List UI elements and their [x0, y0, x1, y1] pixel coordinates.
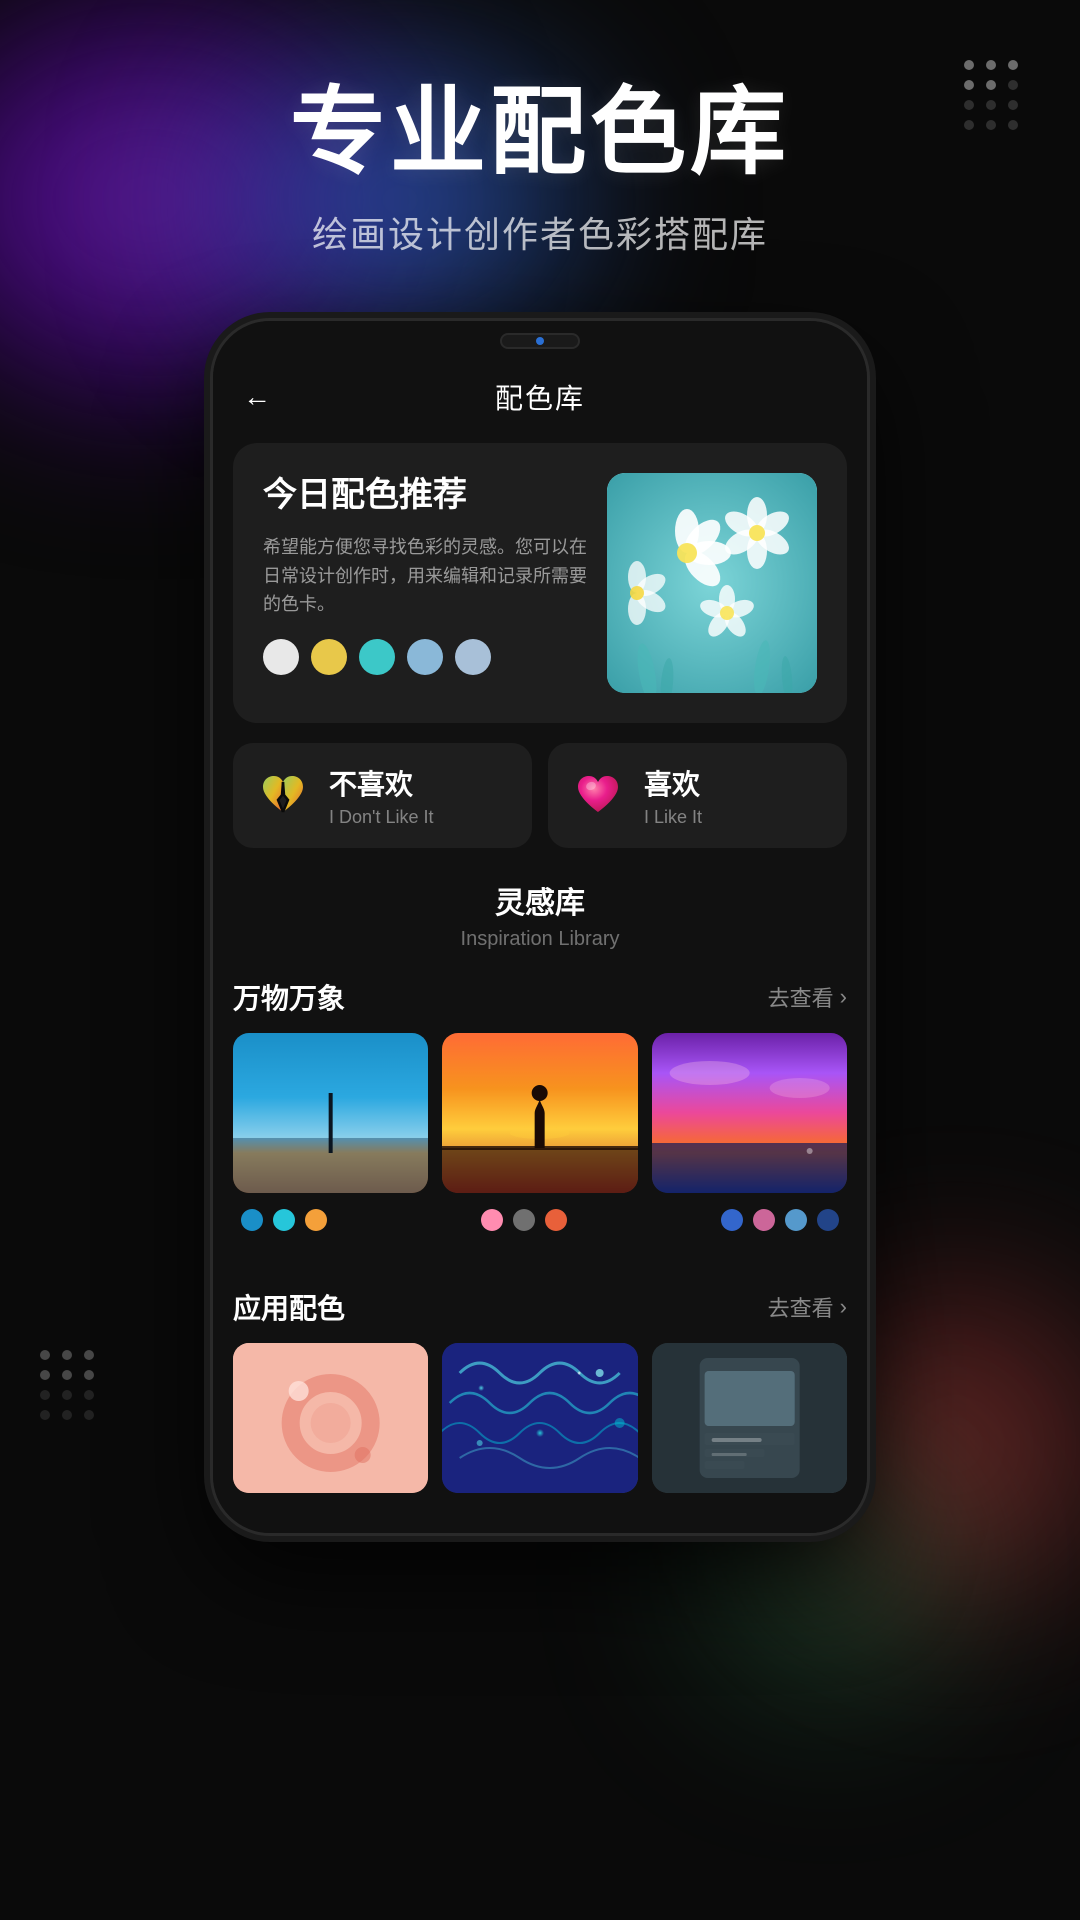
phone-wrapper: ← 配色库 今日配色推荐 希望能方便您寻找色彩的灵感。您可以在日常设计创作时，用… — [0, 318, 1080, 1536]
back-button[interactable]: ← — [243, 381, 271, 413]
category-appcolor-link-text: 去查看 — [768, 1291, 834, 1323]
category-wanwu: 万物万象 去查看 › — [213, 967, 867, 1267]
dot-ind-3 — [305, 1209, 327, 1231]
featured-text: 今日配色推荐 希望能方便您寻找色彩的灵感。您可以在日常设计创作时，用来编辑和记录… — [263, 473, 587, 676]
dislike-label-en: I Don't Like It — [329, 807, 433, 828]
dot-ind-9 — [785, 1209, 807, 1231]
category-appcolor: 应用配色 去查看 › — [213, 1277, 867, 1503]
phone-content: ← 配色库 今日配色推荐 希望能方便您寻找色彩的灵感。您可以在日常设计创作时，用… — [213, 361, 867, 1533]
like-button[interactable]: 喜欢 I Like It — [548, 743, 847, 848]
chevron-right-icon: › — [840, 984, 847, 1010]
featured-image-inner — [607, 473, 817, 693]
like-icon — [568, 765, 628, 825]
phone-camera — [500, 333, 580, 349]
inspiration-title-cn: 灵感库 — [233, 878, 847, 922]
swatch-3[interactable] — [359, 639, 395, 675]
swatch-5[interactable] — [455, 639, 491, 675]
dislike-text: 不喜欢 I Don't Like It — [329, 763, 433, 828]
phone-frame: ← 配色库 今日配色推荐 希望能方便您寻找色彩的灵感。您可以在日常设计创作时，用… — [210, 318, 870, 1536]
dot-ind-5 — [513, 1209, 535, 1231]
category-wanwu-link-text: 去查看 — [768, 981, 834, 1013]
reaction-row: 不喜欢 I Don't Like It — [233, 743, 847, 848]
nav-bar: ← 配色库 — [213, 361, 867, 433]
dot-ind-8 — [753, 1209, 775, 1231]
inspiration-title-en: Inspiration Library — [233, 928, 847, 951]
category-appcolor-link[interactable]: 去查看 › — [768, 1291, 847, 1323]
category-wanwu-header: 万物万象 去查看 › — [233, 977, 847, 1017]
wanwu-image-grid — [233, 1033, 847, 1193]
inspiration-section-header: 灵感库 Inspiration Library — [213, 868, 867, 967]
wanwu-dots-2 — [477, 1209, 571, 1231]
swatch-1[interactable] — [263, 639, 299, 675]
wanwu-dots-3 — [717, 1209, 843, 1231]
app-color-grid — [233, 1343, 847, 1493]
featured-card-title: 今日配色推荐 — [263, 473, 587, 517]
category-wanwu-name: 万物万象 — [233, 977, 345, 1017]
category-appcolor-header: 应用配色 去查看 › — [233, 1287, 847, 1327]
dot-ind-1 — [241, 1209, 263, 1231]
dot-ind-6 — [545, 1209, 567, 1231]
dislike-icon — [253, 765, 313, 825]
sub-title: 绘画设计创作者色彩搭配库 — [40, 206, 1040, 258]
featured-card: 今日配色推荐 希望能方便您寻找色彩的灵感。您可以在日常设计创作时，用来编辑和记录… — [233, 443, 847, 723]
swatch-4[interactable] — [407, 639, 443, 675]
category-wanwu-link[interactable]: 去查看 › — [768, 981, 847, 1013]
camera-dot — [536, 337, 544, 345]
like-label-cn: 喜欢 — [644, 763, 702, 803]
flower-svg — [607, 473, 817, 693]
dot-ind-7 — [721, 1209, 743, 1231]
app-card-2[interactable] — [442, 1343, 637, 1493]
phone-top-bar — [213, 321, 867, 361]
wanwu-img-3[interactable] — [652, 1033, 847, 1193]
wanwu-dots-1 — [237, 1209, 331, 1231]
main-title: 专业配色库 — [40, 80, 1040, 186]
dot-ind-4 — [481, 1209, 503, 1231]
header-section: 专业配色库 绘画设计创作者色彩搭配库 — [0, 0, 1080, 298]
category-appcolor-name: 应用配色 — [233, 1287, 345, 1327]
chevron-right-icon-2: › — [840, 1294, 847, 1320]
app-card-3[interactable] — [652, 1343, 847, 1493]
featured-card-desc: 希望能方便您寻找色彩的灵感。您可以在日常设计创作时，用来编辑和记录所需要的色卡。 — [263, 533, 587, 619]
like-text: 喜欢 I Like It — [644, 763, 702, 828]
wanwu-img-1[interactable] — [233, 1033, 428, 1193]
like-label-en: I Like It — [644, 807, 702, 828]
wanwu-img-2[interactable] — [442, 1033, 637, 1193]
dislike-label-cn: 不喜欢 — [329, 763, 433, 803]
dot-ind-2 — [273, 1209, 295, 1231]
dot-ind-10 — [817, 1209, 839, 1231]
app-card-1[interactable] — [233, 1343, 428, 1493]
nav-title: 配色库 — [495, 377, 585, 417]
dislike-button[interactable]: 不喜欢 I Don't Like It — [233, 743, 532, 848]
swatch-2[interactable] — [311, 639, 347, 675]
color-swatches — [263, 639, 587, 675]
featured-image — [607, 473, 817, 693]
